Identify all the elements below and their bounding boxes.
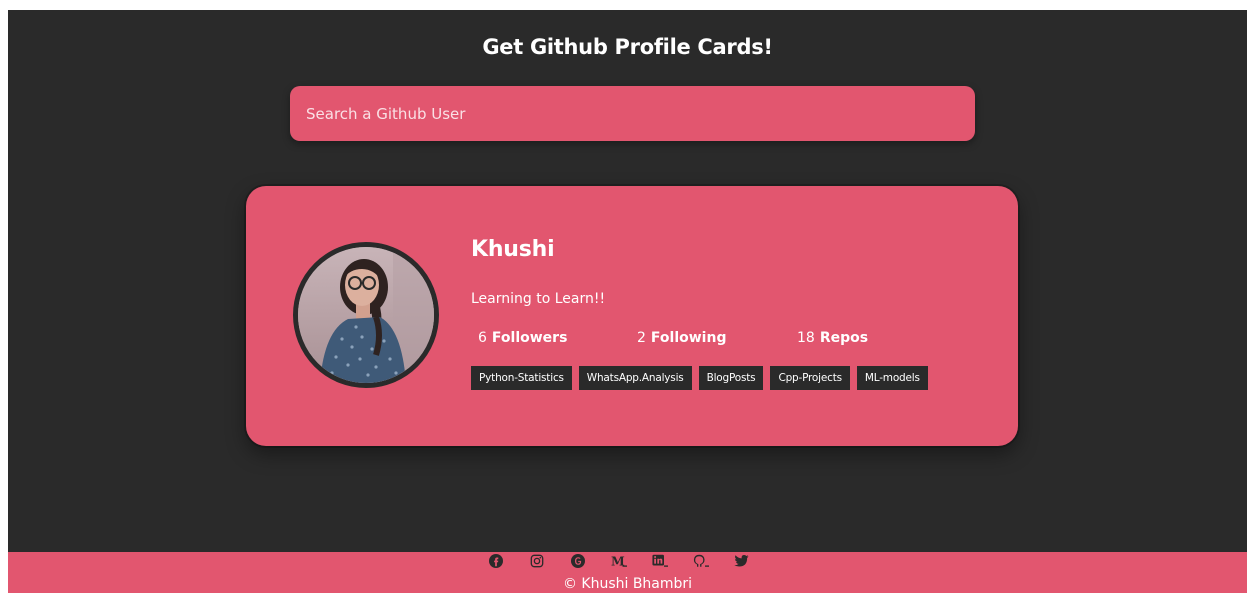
following-label: Following bbox=[650, 330, 727, 346]
avatar bbox=[293, 242, 439, 388]
followers-label: Followers bbox=[491, 330, 568, 346]
repo-list: Python-Statistics WhatsApp.Analysis Blog… bbox=[471, 366, 928, 390]
following-count: 2 bbox=[637, 330, 646, 346]
profile-bio: Learning to Learn!! bbox=[471, 291, 606, 307]
stat-followers: 6 Followers bbox=[478, 330, 567, 346]
medium-icon[interactable]: M bbox=[611, 553, 627, 569]
stat-following: 2 Following bbox=[637, 330, 726, 346]
app-container: Get Github Profile Cards! Search a Githu… bbox=[8, 10, 1247, 593]
repo-link[interactable]: Python-Statistics bbox=[471, 366, 572, 390]
profile-stats: 6 Followers 2 Following 18 Repos bbox=[246, 330, 1018, 350]
twitter-icon[interactable] bbox=[734, 553, 750, 569]
followers-count: 6 bbox=[478, 330, 487, 346]
repos-label: Repos bbox=[819, 330, 869, 346]
avatar-image bbox=[298, 247, 434, 383]
linkedin-icon[interactable] bbox=[651, 553, 668, 569]
repo-link[interactable]: WhatsApp.Analysis bbox=[578, 366, 692, 390]
google-icon[interactable] bbox=[570, 553, 586, 569]
repo-link[interactable]: ML-models bbox=[856, 366, 928, 390]
github-icon[interactable] bbox=[693, 553, 709, 569]
repo-link[interactable]: Cpp-Projects bbox=[770, 366, 850, 390]
search-input[interactable] bbox=[290, 86, 975, 141]
repo-link[interactable]: BlogPosts bbox=[698, 366, 764, 390]
footer-copyright: © Khushi Bhambri bbox=[562, 576, 693, 592]
page-title: Get Github Profile Cards! bbox=[482, 35, 773, 59]
facebook-icon[interactable] bbox=[488, 553, 504, 569]
social-icons: M bbox=[8, 553, 1238, 573]
repos-count: 18 bbox=[797, 330, 815, 346]
instagram-icon[interactable] bbox=[529, 553, 545, 569]
stat-repos: 18 Repos bbox=[797, 330, 868, 346]
profile-card: Khushi Learning to Learn!! 6 Followers 2F… bbox=[246, 186, 1018, 446]
profile-name: Khushi bbox=[471, 237, 555, 262]
footer: M © Khushi Bhambri bbox=[8, 552, 1247, 593]
